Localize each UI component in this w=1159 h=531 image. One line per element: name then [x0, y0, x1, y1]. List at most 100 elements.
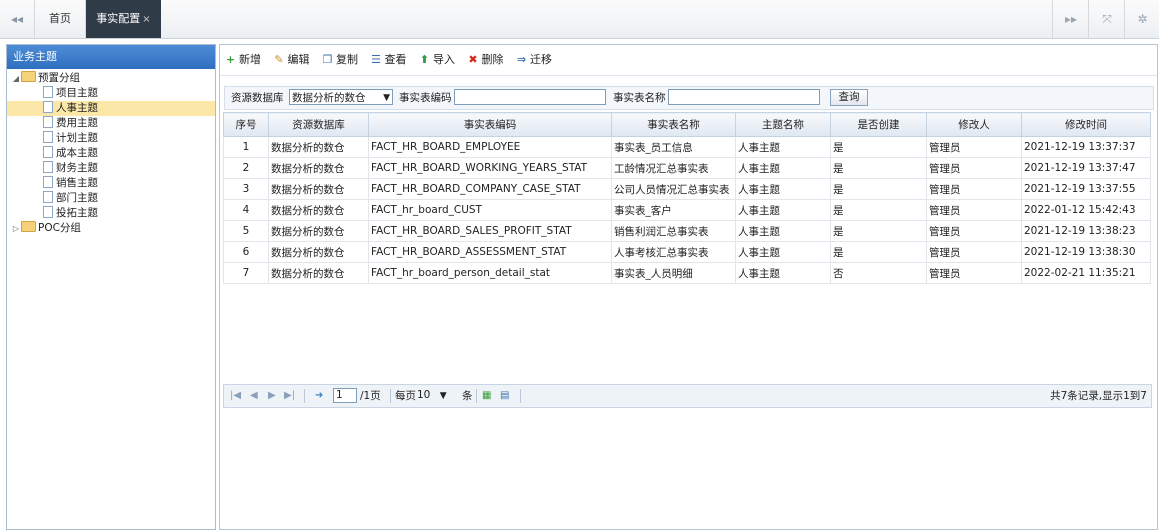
top-tab-bar: ◂◂ 首页 事实配置 × ▸▸ ⤧ ✲ [0, 0, 1159, 39]
modifier-cell: 管理员 [926, 220, 1022, 242]
tree-group-label: 预置分组 [38, 72, 80, 84]
document-icon [43, 146, 53, 158]
table-row[interactable]: 2 数据分析的数仓 FACT_HR_BOARD_WORKING_YEARS_STAT… [223, 157, 1151, 179]
double-left-arrow-icon[interactable]: ◂◂ [0, 0, 35, 38]
new-button[interactable]: + 新增 [224, 45, 261, 75]
copy-icon: ❐ [322, 53, 333, 66]
close-icon[interactable]: × [142, 14, 150, 25]
tree-group-poc[interactable]: ▷ POC分组 [7, 221, 215, 236]
theme-cell: 人事主题 [735, 136, 831, 158]
tree-group-preset[interactable]: ◢ 预置分组 [7, 71, 215, 86]
tree-item[interactable]: 销售主题 [7, 176, 215, 191]
edit-button[interactable]: ✎ 编辑 [273, 45, 310, 75]
double-right-arrow-icon[interactable]: ▸▸ [1052, 0, 1089, 38]
table-row[interactable]: 7 数据分析的数仓 FACT_hr_board_person_detail_stat… [223, 262, 1151, 284]
tree-item[interactable]: 费用主题 [7, 116, 215, 131]
collapse-icon[interactable]: ◢ [11, 71, 21, 86]
add-icon: + [225, 53, 236, 66]
modifier-cell: 管理员 [926, 136, 1022, 158]
name-cell: 工龄情况汇总事实表 [611, 157, 736, 179]
tab-fact-config[interactable]: 事实配置 × [86, 0, 161, 38]
expand-icon[interactable]: ▷ [11, 221, 21, 236]
fullscreen-icon[interactable]: ⤧ [1088, 0, 1125, 38]
table-row[interactable]: 5 数据分析的数仓 FACT_HR_BOARD_SALES_PROFIT_STAT 销… [223, 220, 1151, 242]
tree-item[interactable]: 成本主题 [7, 146, 215, 161]
delete-button[interactable]: ✖ 删除 [467, 45, 503, 75]
name-cell: 销售利润汇总事实表 [611, 220, 736, 242]
name-cell: 事实表_客户 [611, 199, 736, 221]
column-header[interactable]: 序号 [223, 112, 269, 137]
column-header[interactable]: 修改人 [926, 112, 1022, 137]
view-button[interactable]: ☰ 查看 [370, 45, 406, 75]
column-header[interactable]: 修改时间 [1021, 112, 1151, 137]
code-cell: FACT_hr_board_CUST [368, 199, 612, 221]
modifier-cell: 管理员 [926, 262, 1022, 284]
table-row[interactable]: 1 数据分析的数仓 FACT_HR_BOARD_EMPLOYEE 事实表_员工信息 人事… [223, 136, 1151, 158]
table-row[interactable]: 3 数据分析的数仓 FACT_HR_BOARD_COMPANY_CASE_STAT 公… [223, 178, 1151, 200]
column-header[interactable]: 主题名称 [735, 112, 831, 137]
db-select[interactable]: 数据分析的数仓 ▼ [289, 89, 393, 105]
name-label: 事实表名称 [613, 92, 666, 104]
document-icon [43, 176, 53, 188]
tree-item[interactable]: 部门主题 [7, 191, 215, 206]
export-icon[interactable]: ▤ [500, 385, 509, 407]
search-bar: 资源数据库 数据分析的数仓 ▼ 事实表编码 事实表名称 查询 [224, 86, 1154, 110]
divider [476, 389, 477, 403]
table-row[interactable]: 6 数据分析的数仓 FACT_HR_BOARD_ASSESSMENT_STAT 人事考… [223, 241, 1151, 263]
created-cell: 是 [830, 178, 927, 200]
time-cell: 2022-02-21 11:35:21 [1021, 262, 1151, 284]
last-page-icon[interactable]: ▶| [284, 385, 295, 407]
db-cell: 数据分析的数仓 [268, 241, 369, 263]
name-input[interactable] [668, 89, 820, 105]
column-header[interactable]: 事实表名称 [611, 112, 736, 137]
created-cell: 是 [830, 136, 927, 158]
tree-item[interactable]: 项目主题 [7, 86, 215, 101]
table-header-row: 序号 资源数据库 事实表编码 事实表名称 主题名称 是否创建 修改人 修改时间 [223, 112, 1151, 137]
page-size-select[interactable]: 10 ▼ [417, 388, 459, 403]
first-page-icon[interactable]: |◀ [230, 385, 241, 407]
created-cell: 是 [830, 199, 927, 221]
tree-item-selected[interactable]: 人事主题 [7, 101, 215, 116]
time-cell: 2021-12-19 13:38:23 [1021, 220, 1151, 242]
theme-cell: 人事主题 [735, 199, 831, 221]
migrate-button[interactable]: ⇒ 迁移 [515, 45, 552, 75]
time-cell: 2021-12-19 13:37:55 [1021, 178, 1151, 200]
page-size-value: 10 [417, 389, 431, 401]
code-cell: FACT_HR_BOARD_ASSESSMENT_STAT [368, 241, 612, 263]
copy-button[interactable]: ❐ 复制 [321, 45, 358, 75]
time-cell: 2021-12-19 13:37:37 [1021, 136, 1151, 158]
settings-icon[interactable]: ✲ [1124, 0, 1159, 38]
created-cell: 否 [830, 262, 927, 284]
folder-icon [21, 71, 36, 82]
tree-item-label: 部门主题 [56, 192, 98, 204]
delete-icon: ✖ [468, 53, 478, 66]
go-icon[interactable]: ➜ [315, 385, 323, 407]
document-icon [43, 191, 53, 203]
theme-cell: 人事主题 [735, 178, 831, 200]
next-page-icon[interactable]: ▶ [268, 385, 276, 407]
refresh-icon[interactable]: ▦ [482, 385, 491, 407]
tree-item[interactable]: 计划主题 [7, 131, 215, 146]
per-page-unit: 条 [462, 390, 473, 402]
prev-page-icon[interactable]: ◀ [250, 385, 258, 407]
chevron-down-icon: ▼ [383, 93, 390, 103]
table-row[interactable]: 4 数据分析的数仓 FACT_hr_board_CUST 事实表_客户 人事主题是管理员… [223, 199, 1151, 221]
tab-home[interactable]: 首页 [35, 0, 86, 38]
column-header[interactable]: 是否创建 [830, 112, 927, 137]
tree-item[interactable]: 投拓主题 [7, 206, 215, 221]
document-icon [43, 206, 53, 218]
page-number-input[interactable]: 1 [333, 388, 357, 403]
tree-item[interactable]: 财务主题 [7, 161, 215, 176]
code-label: 事实表编码 [399, 92, 452, 104]
import-button[interactable]: ⬆ 导入 [418, 45, 455, 75]
code-input[interactable] [454, 89, 606, 105]
db-select-value: 数据分析的数仓 [292, 92, 366, 104]
total-pages: /1页 [360, 390, 381, 402]
column-header[interactable]: 资源数据库 [268, 112, 369, 137]
query-button[interactable]: 查询 [830, 89, 868, 106]
column-header[interactable]: 事实表编码 [368, 112, 612, 137]
table-body: 1 数据分析的数仓 FACT_HR_BOARD_EMPLOYEE 事实表_员工信息 人事… [223, 136, 1151, 284]
migrate-label: 迁移 [530, 53, 552, 66]
edit-label: 编辑 [287, 53, 310, 66]
created-cell: 是 [830, 157, 927, 179]
